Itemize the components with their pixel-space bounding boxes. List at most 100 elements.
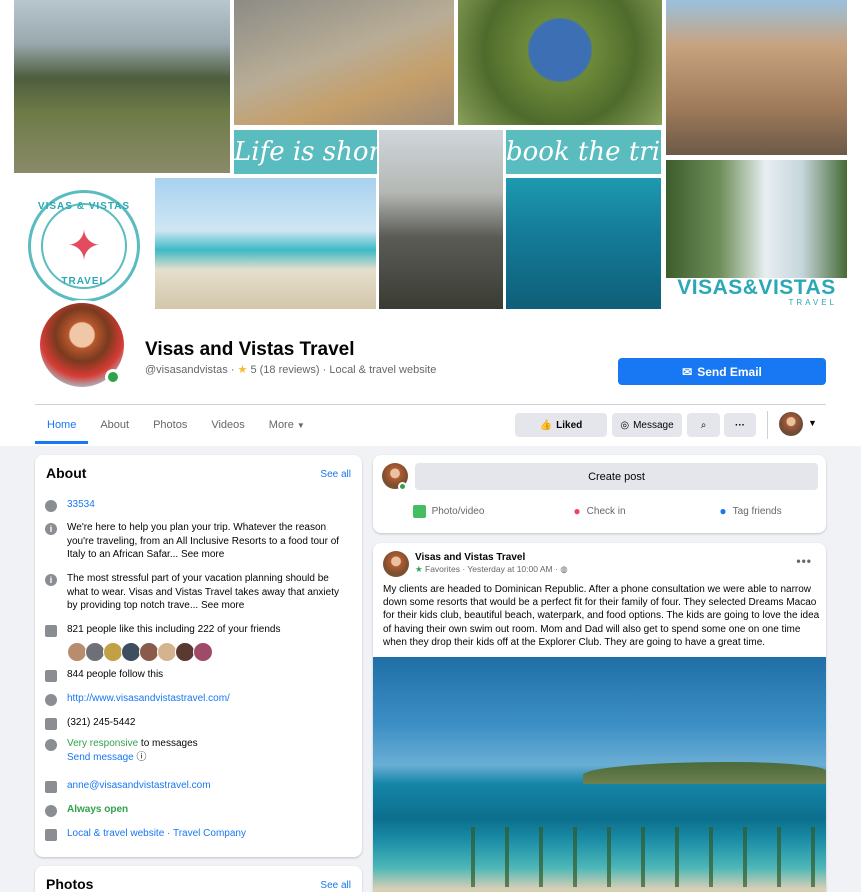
- friend-avatar[interactable]: [121, 642, 141, 662]
- tag-friends-label: Tag friends: [732, 505, 782, 517]
- thumbs-up-icon: [45, 625, 57, 637]
- cover-tile-waterfall: [666, 160, 847, 278]
- account-avatar[interactable]: [779, 412, 803, 436]
- friend-avatar[interactable]: [103, 642, 123, 662]
- info-circle-icon: ⓘ: [136, 751, 147, 763]
- follow-check-icon: [45, 670, 57, 682]
- about-row-location: 33534: [45, 498, 355, 512]
- friend-avatar[interactable]: [139, 642, 159, 662]
- responsiveness: Very responsive to messages Send message …: [67, 737, 198, 764]
- about-row-mission: i The most stressful part of your vacati…: [45, 572, 345, 613]
- search-icon: ⌕: [700, 419, 707, 431]
- post-favorites-label[interactable]: Favorites: [425, 564, 460, 574]
- brand-wordmark: VISAS&VISTAS TRAVEL: [666, 277, 847, 309]
- page-category[interactable]: Local & travel website: [329, 364, 436, 376]
- cover-tile-great-wall: [379, 130, 503, 309]
- photos-see-all-link[interactable]: See all: [320, 880, 351, 891]
- check-in-button[interactable]: ● Check in: [524, 499, 675, 523]
- info-icon: i: [45, 523, 57, 535]
- friend-avatar[interactable]: [67, 642, 87, 662]
- tag-friends-icon: ●: [719, 504, 727, 518]
- liked-button[interactable]: 👍 Liked: [515, 413, 607, 437]
- zip-code[interactable]: 33534: [67, 498, 95, 512]
- action-divider: [767, 411, 768, 439]
- email-link[interactable]: anne@visasandvistastravel.com: [67, 779, 211, 793]
- info-icon: i: [45, 574, 57, 586]
- cover-tile-hobbit-door: [458, 0, 662, 125]
- online-status-dot: [398, 482, 407, 491]
- friend-avatar[interactable]: [175, 642, 195, 662]
- header-divider: [35, 404, 826, 405]
- website-link[interactable]: http://www.visasandvistastravel.com/: [67, 692, 230, 706]
- tab-videos[interactable]: Videos: [199, 406, 256, 444]
- tab-more[interactable]: More ▼: [257, 406, 317, 444]
- life-is-short-text: Life is short,: [234, 137, 377, 167]
- thumbs-up-icon: 👍: [539, 419, 553, 431]
- send-message-link[interactable]: Send message: [67, 752, 134, 763]
- tab-more-label: More: [268, 419, 294, 431]
- search-button[interactable]: ⌕: [687, 413, 720, 437]
- photo-island: [583, 762, 826, 784]
- friend-avatar[interactable]: [193, 642, 213, 662]
- about-row-follows: 844 people follow this: [45, 668, 355, 682]
- responsive-label: Very responsive: [67, 738, 139, 749]
- rating-value: 5: [250, 364, 257, 376]
- caret-down-icon: ▼: [296, 421, 305, 430]
- more-icon: ···: [735, 419, 745, 431]
- page-handle: @visasandvistas: [145, 364, 228, 376]
- photo-video-button[interactable]: Photo/video: [373, 499, 524, 523]
- create-post-input[interactable]: Create post: [415, 463, 818, 490]
- phone-number: (321) 245-5442: [67, 717, 136, 728]
- friend-avatar[interactable]: [85, 642, 105, 662]
- cover-tile-life-is-short: Life is short,: [234, 130, 377, 174]
- photo-palms: [453, 827, 826, 887]
- reviews-count[interactable]: (18 reviews): [260, 364, 320, 376]
- post-more-icon[interactable]: •••: [796, 554, 812, 568]
- page-meta: @visasandvistas · ★ 5 (18 reviews) · Loc…: [145, 363, 436, 376]
- page-tabs: Home About Photos Videos More ▼: [35, 406, 317, 444]
- see-more-link[interactable]: See more: [181, 549, 224, 560]
- online-status-dot: [105, 369, 121, 385]
- friend-avatar[interactable]: [157, 642, 177, 662]
- chevron-down-icon[interactable]: ▼: [808, 418, 817, 428]
- meta-separator: ·: [230, 364, 238, 376]
- about-row-likes: 821 people like this including 222 of yo…: [45, 623, 355, 637]
- cover-tile-snorkel: [506, 178, 661, 309]
- favorites-star-icon: ★: [415, 564, 423, 574]
- messenger-icon: ◎: [620, 419, 630, 431]
- follows-count: 844 people follow this: [67, 669, 164, 680]
- post-photo[interactable]: [373, 657, 826, 892]
- logo-top-text: VISAS & VISTAS: [37, 201, 131, 212]
- cover-tile-lions: [234, 0, 454, 125]
- cover-photo[interactable]: Life is short, book the trip. VISAS&VIST…: [14, 0, 847, 309]
- message-label: Message: [633, 419, 674, 431]
- cover-tile-book-the-trip: book the trip.: [506, 130, 661, 174]
- tab-about[interactable]: About: [88, 406, 141, 444]
- category-links[interactable]: Local & travel website · Travel Company: [67, 827, 246, 841]
- tab-photos[interactable]: Photos: [141, 406, 199, 444]
- post-author-avatar[interactable]: [383, 551, 409, 577]
- about-see-all-link[interactable]: See all: [320, 469, 351, 480]
- friend-faces: [67, 642, 213, 662]
- post-author-name[interactable]: Visas and Vistas Travel: [415, 552, 525, 563]
- responsive-rest: to messages: [138, 738, 198, 749]
- envelope-icon: [45, 781, 57, 793]
- more-options-button[interactable]: ···: [724, 413, 756, 437]
- tab-home[interactable]: Home: [35, 406, 89, 444]
- about-title: About: [46, 465, 87, 481]
- globe-icon: ◍: [560, 564, 568, 574]
- send-email-label: Send Email: [697, 364, 762, 379]
- see-more-link[interactable]: See more: [201, 600, 244, 611]
- tag-friends-button[interactable]: ● Tag friends: [675, 499, 826, 523]
- photo-video-label: Photo/video: [431, 505, 485, 517]
- page-header: Life is short, book the trip. VISAS&VIST…: [0, 0, 861, 446]
- create-post-card: Create post Photo/video ● Check in ● Tag…: [373, 455, 826, 533]
- check-in-label: Check in: [586, 505, 626, 517]
- cover-tile-mountain: [14, 0, 230, 173]
- post-timestamp[interactable]: Yesterday at 10:00 AM: [467, 564, 552, 574]
- message-button[interactable]: ◎ Message: [612, 413, 682, 437]
- about-description: We're here to help you plan your trip. W…: [67, 521, 345, 562]
- about-row-phone: (321) 245-5442: [45, 716, 355, 730]
- clock-icon: [45, 805, 57, 817]
- send-email-button[interactable]: ✉ Send Email: [618, 358, 826, 385]
